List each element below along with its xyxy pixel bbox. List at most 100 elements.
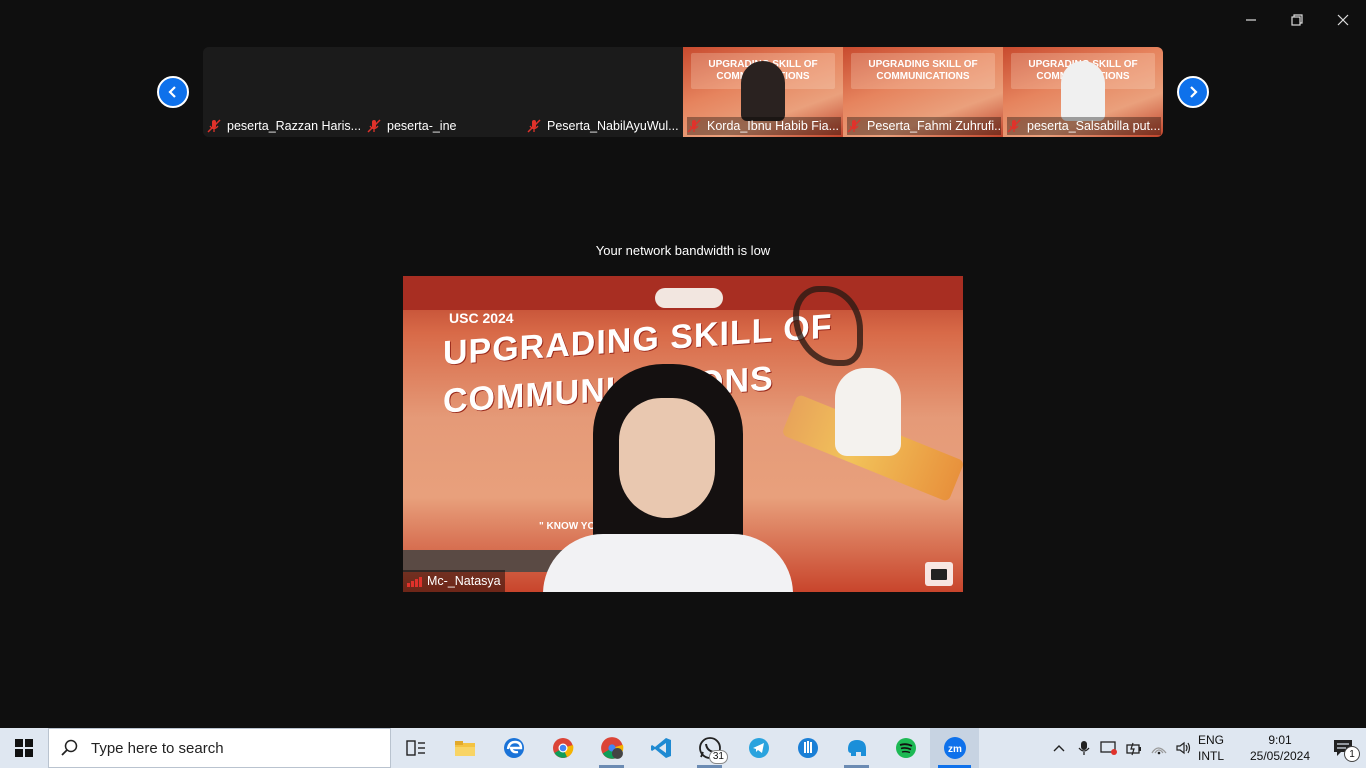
microphone-icon — [1078, 741, 1089, 755]
network-tray-button[interactable] — [1146, 728, 1171, 768]
participant-tile[interactable]: peserta_Razzan Haris... — [203, 47, 363, 137]
participant-strip: peserta_Razzan Haris... peserta-_ine Pes… — [203, 47, 1163, 137]
chevron-left-icon — [168, 86, 176, 98]
whatsapp-unread-badge: 31 — [708, 750, 728, 764]
notification-count-badge: 1 — [1344, 746, 1360, 762]
participant-name: Peserta_NabilAyuWul... — [527, 117, 681, 135]
restore-icon — [1291, 14, 1303, 26]
wifi-icon — [1150, 747, 1167, 755]
chrome-profile-button[interactable] — [587, 728, 636, 768]
bandwidth-notice: Your network bandwidth is low — [595, 243, 771, 258]
taskbar-search-box[interactable]: Type here to search — [48, 728, 391, 768]
participant-name: peserta-_ine — [367, 117, 521, 135]
speaker-figure — [543, 364, 793, 592]
spotify-button[interactable] — [881, 728, 930, 768]
vscode-icon — [650, 738, 671, 758]
show-hidden-icons-button[interactable] — [1046, 728, 1071, 768]
search-icon — [61, 739, 78, 756]
zoom-meeting-window: peserta_Razzan Haris... peserta-_ine Pes… — [0, 0, 1366, 728]
close-icon — [1337, 14, 1349, 26]
participant-name: Peserta_Fahmi Zuhrufi... — [847, 117, 1001, 135]
clock-time: 9:01 — [1268, 733, 1292, 747]
restore-button[interactable] — [1274, 6, 1320, 34]
participant-name-text: Peserta_NabilAyuWul... — [547, 119, 679, 133]
chevron-right-icon — [1190, 86, 1198, 98]
hand-app-button[interactable] — [783, 728, 832, 768]
telegram-icon — [748, 738, 769, 758]
elephant-icon — [847, 740, 866, 756]
close-button[interactable] — [1320, 6, 1366, 34]
task-view-icon — [405, 740, 425, 756]
edge-browser-button[interactable] — [489, 728, 538, 768]
speaker-name-label: Mc-_Natasya — [403, 570, 505, 592]
vscode-button[interactable] — [636, 728, 685, 768]
edge-icon — [503, 738, 524, 758]
windows-logo-icon — [15, 739, 33, 757]
folder-icon — [454, 741, 475, 756]
keyboard-layout: INTL — [1198, 749, 1225, 763]
zoom-button[interactable]: zm — [930, 728, 979, 768]
minimize-icon — [1246, 19, 1256, 21]
slide-banner-text: UPGRADING SKILL OF COMMUNICATIONS — [868, 59, 978, 82]
search-placeholder: Type here to search — [91, 739, 224, 757]
slide-year: USC 2024 — [449, 310, 514, 326]
svg-text:zm: zm — [948, 744, 962, 755]
chrome-button[interactable] — [538, 728, 587, 768]
speaker-name: Mc-_Natasya — [427, 574, 501, 588]
start-button[interactable] — [0, 728, 48, 768]
clock-date: 25/05/2024 — [1249, 749, 1311, 763]
active-speaker-video[interactable]: USC 2024 UPGRADING SKILL OF COMMUNICATIO… — [403, 276, 963, 592]
mic-muted-icon — [527, 119, 541, 133]
screen-record-tray-button[interactable] — [1096, 728, 1121, 768]
participant-tile[interactable]: Peserta_NabilAyuWul... — [523, 47, 683, 137]
whatsapp-button[interactable]: 31 — [685, 728, 734, 768]
participant-video — [1061, 61, 1105, 121]
action-center-button[interactable]: 1 — [1320, 728, 1366, 768]
slide-banner: UPGRADING SKILL OF COMMUNICATIONS — [851, 53, 995, 89]
mic-muted-icon — [207, 119, 221, 133]
language-code: ENG — [1198, 733, 1225, 747]
zoom-icon: zm — [943, 737, 966, 759]
participant-video-tile[interactable]: UPGRADING SKILL OF COMMUNICATIONS Pesert… — [843, 47, 1003, 137]
elephant-app-button[interactable] — [832, 728, 881, 768]
mic-muted-icon — [687, 119, 701, 133]
mic-muted-icon — [1007, 119, 1021, 133]
minimize-button[interactable] — [1228, 6, 1274, 34]
participant-name: peserta_Salsabilla put... — [1007, 117, 1161, 135]
chrome-profile-icon — [600, 737, 623, 759]
participant-name: Korda_Ibnu Habib Fia... — [687, 117, 841, 135]
battery-tray-button[interactable] — [1121, 728, 1146, 768]
spotify-icon — [895, 738, 916, 758]
speaker-shirt — [543, 534, 793, 592]
participant-name-text: Korda_Ibnu Habib Fia... — [707, 119, 840, 133]
volume-tray-button[interactable] — [1171, 728, 1196, 768]
mic-muted-icon — [367, 119, 381, 133]
participant-tile[interactable]: peserta-_ine — [363, 47, 523, 137]
taskbar-clock[interactable]: 9:01 25/05/2024 — [1240, 732, 1320, 764]
chrome-icon — [552, 738, 573, 758]
signal-strength-icon — [407, 575, 423, 587]
screen-record-icon — [1099, 741, 1117, 755]
chevron-up-icon — [1053, 745, 1064, 752]
participant-video-tile[interactable]: UPGRADING SKILL OF COMMUNICATIONS Korda_… — [683, 47, 843, 137]
input-language-indicator[interactable]: ENG INTL — [1196, 732, 1240, 764]
system-tray: ENG INTL 9:01 25/05/2024 1 — [1046, 728, 1366, 768]
screen-share-icon[interactable] — [925, 562, 953, 586]
volume-icon — [1175, 741, 1190, 755]
file-explorer-button[interactable] — [440, 728, 489, 768]
speaker-face — [619, 398, 715, 518]
slide-astronaut-illustration — [835, 368, 901, 456]
microphone-tray-button[interactable] — [1071, 728, 1096, 768]
slide-logo — [655, 288, 723, 308]
participant-name-text: peserta_Razzan Haris... — [227, 119, 361, 133]
participant-name-text: Peserta_Fahmi Zuhrufi... — [867, 119, 1001, 133]
previous-page-button[interactable] — [157, 76, 189, 108]
telegram-button[interactable] — [734, 728, 783, 768]
hand-app-icon — [797, 738, 818, 758]
task-view-button[interactable] — [391, 728, 440, 768]
participant-video-tile[interactable]: UPGRADING SKILL OF COMMUNICATIONS pesert… — [1003, 47, 1163, 137]
participant-video — [741, 61, 785, 121]
battery-charging-icon — [1125, 742, 1141, 756]
participant-name: peserta_Razzan Haris... — [207, 117, 361, 135]
next-page-button[interactable] — [1177, 76, 1209, 108]
